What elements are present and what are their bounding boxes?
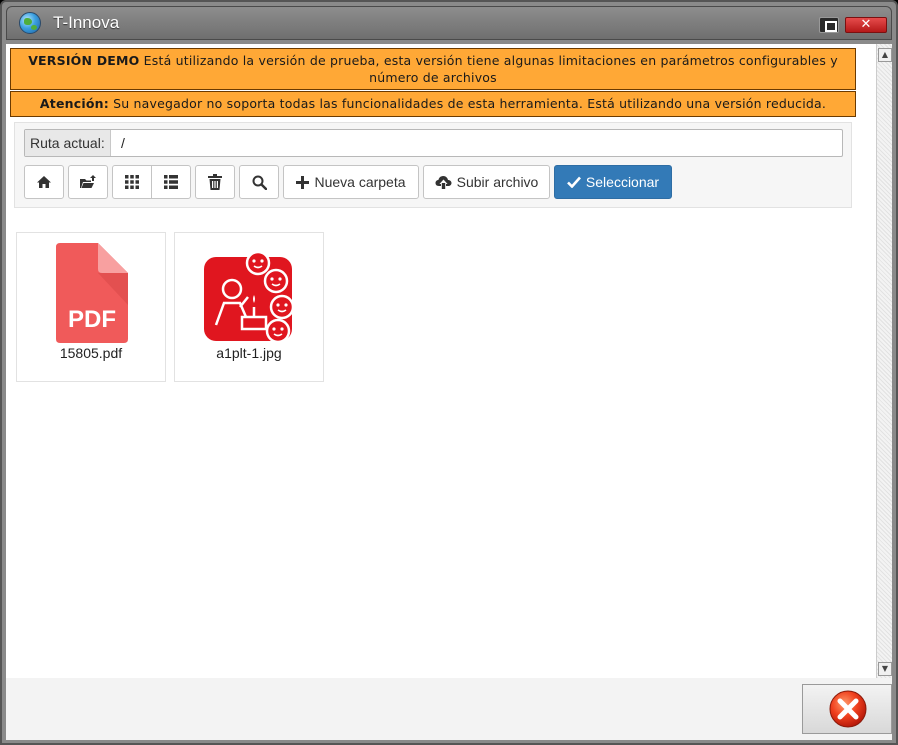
warning-banner: Atención: Su navegador no soporta todas … [10,91,856,117]
upload-file-button[interactable]: Subir archivo [423,165,550,199]
plus-icon [296,175,310,189]
cloud-upload-icon [435,176,452,189]
window-title: T-Innova [53,13,120,32]
demo-text: Está utilizando la versión de prueba, es… [139,53,838,85]
current-path-field: Ruta actual: / [24,129,843,157]
search-icon [252,175,267,190]
new-folder-label: Nueva carpeta [314,174,406,190]
select-label: Seleccionar [585,174,660,190]
search-button[interactable] [239,165,279,199]
delete-button[interactable] [195,165,235,199]
image-thumbnail-icon [204,250,295,343]
pdf-badge-text: PDF [68,306,116,333]
pdf-file-icon: PDF [56,243,128,343]
demo-label: VERSIÓN DEMO [28,53,140,68]
file-manager-content: VERSIÓN DEMO Está utilizando la versión … [6,44,876,678]
warning-text: Su navegador no soporta todas las funcio… [108,96,827,111]
scroll-down-arrow-icon[interactable]: ▼ [878,662,892,676]
file-item[interactable]: a1plt-1.jpg [174,232,324,382]
home-button[interactable] [24,165,64,199]
vertical-scrollbar[interactable]: ▲ ▼ [876,44,892,678]
close-window-button[interactable]: ✕ [845,17,887,33]
new-folder-button[interactable]: Nueva carpeta [283,165,419,199]
file-name: a1plt-1.jpg [216,345,282,361]
parent-folder-button[interactable] [68,165,108,199]
parent-folder-icon [80,175,96,188]
file-item[interactable]: PDF 15805.pdf [16,232,166,382]
list-view-button[interactable] [151,165,191,199]
path-label: Ruta actual: [25,130,111,156]
app-window: T-Innova ✕ VERSIÓN DEMO Está utilizando … [0,0,898,745]
select-button[interactable]: Seleccionar [554,165,672,199]
toolbar-panel: Ruta actual: / Nueva carpeta Subir archi… [14,122,852,208]
trash-icon [208,174,222,190]
grid-view-icon [125,175,139,189]
maximize-button[interactable] [819,17,839,33]
close-dialog-button[interactable] [802,684,892,734]
file-name: 15805.pdf [59,345,123,361]
home-icon [37,176,51,188]
list-view-icon [164,175,178,189]
path-value: / [121,135,125,151]
title-bar[interactable]: T-Innova ✕ [6,6,892,40]
warning-label: Atención: [39,96,109,111]
close-circle-icon [829,690,867,728]
scroll-up-arrow-icon[interactable]: ▲ [878,48,892,62]
demo-banner: VERSIÓN DEMO Está utilizando la versión … [10,48,856,90]
upload-file-label: Subir archivo [456,174,539,190]
grid-view-button[interactable] [112,165,152,199]
globe-icon [19,12,41,34]
dialog-footer [6,678,892,740]
check-icon [567,176,581,188]
